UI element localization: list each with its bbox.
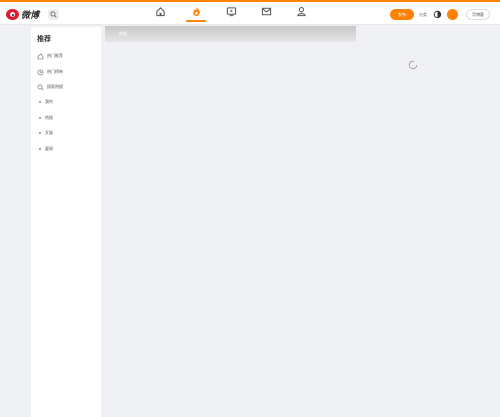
weibo-eye-icon [6,8,19,20]
bullet-dot-icon [39,132,41,134]
loading-spinner-icon [408,60,418,70]
left-sidebar: 推荐 热门推荐 热门榜单 搜索热搜 我的 热搜 文娱 要闻 [31,27,101,417]
sidebar-item-label: 热搜 [45,115,53,120]
tab-hot-search[interactable]: 热搜 [119,31,127,37]
nav-profile[interactable] [292,6,310,17]
sidebar-item-label: 要闻 [45,146,53,151]
bullet-dot-icon [39,148,41,150]
home-icon [155,7,165,17]
home-outline-icon [37,53,44,60]
video-icon [226,7,236,17]
sidebar-item-entertainment[interactable]: 文娱 [37,129,53,137]
bullet-dot-icon [39,101,41,103]
search-icon [50,11,57,18]
sidebar-item-label: 我的 [45,99,53,104]
sidebar-item-news[interactable]: 要闻 [37,145,53,153]
theme-toggle-icon[interactable] [433,10,442,19]
sidebar-item-search-hot[interactable]: 搜索热搜 [37,83,63,91]
write-blog-button[interactable]: 写博客 [466,9,490,20]
sidebar-item-trending[interactable]: 热搜 [37,114,53,122]
bullet-dot-icon [39,117,41,119]
weibo-logo[interactable]: 微博 [6,8,40,21]
sidebar-item-hot-recommend[interactable]: 热门推荐 [37,52,63,60]
avatar[interactable] [447,9,458,20]
category-link[interactable]: 分类 [419,12,427,18]
search-icon [37,84,44,91]
sidebar-item-mine[interactable]: 我的 [37,98,53,106]
nav-home[interactable] [151,6,169,17]
nav-hot[interactable] [186,6,206,22]
sidebar-item-label: 热门榜单 [47,69,63,74]
top-navigation-bar: 微博 发布 分类 写博客 [0,0,500,25]
sidebar-item-label: 热门推荐 [47,53,63,58]
content-tab-bar: 热搜 [105,26,356,42]
search-button[interactable] [48,9,59,20]
nav-video[interactable] [222,6,240,17]
mail-icon [261,7,271,16]
user-icon [296,7,306,17]
clock-icon [37,69,44,76]
sidebar-item-label: 搜索热搜 [47,84,63,89]
sidebar-item-label: 文娱 [45,130,53,135]
publish-button[interactable]: 发布 [390,9,414,20]
sidebar-item-hot-list[interactable]: 热门榜单 [37,68,63,76]
logo-text: 微博 [21,10,40,21]
flame-icon [192,6,200,17]
nav-messages[interactable] [257,6,275,17]
active-tab-indicator [186,20,206,22]
sidebar-title: 推荐 [37,35,51,43]
